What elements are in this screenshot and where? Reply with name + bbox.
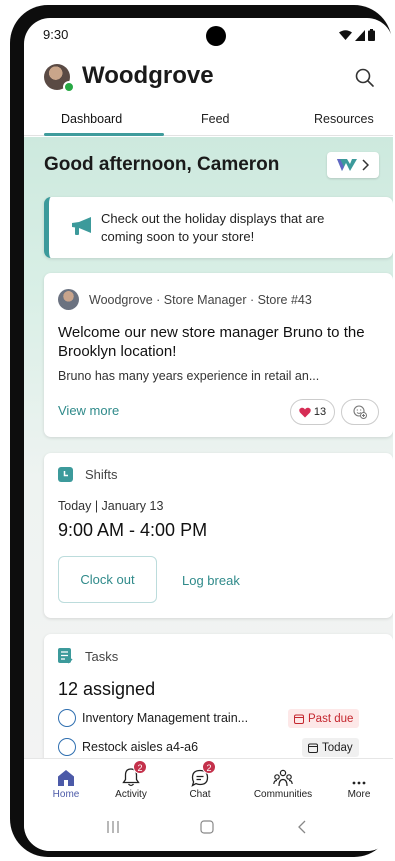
today-label: Today — [322, 741, 353, 754]
communities-icon — [248, 763, 318, 787]
active-tab-indicator — [44, 133, 164, 136]
page-title: Woodgrove — [82, 62, 214, 89]
status-time: 9:30 — [43, 27, 69, 42]
bell-icon: 2 — [96, 760, 166, 787]
today-badge: Today — [302, 738, 359, 757]
post-card[interactable]: Woodgrove · Store Manager · Store #43 We… — [44, 273, 393, 437]
tasks-count: 12 assigned — [58, 679, 156, 699]
presence-available-icon — [63, 81, 75, 93]
heart-count: 13 — [313, 406, 327, 418]
screen: 9:30 Woodgrove Dashboard Feed Resources … — [24, 18, 393, 851]
activity-badge: 2 — [133, 760, 147, 774]
nav-activity[interactable]: 2 Activity — [96, 760, 166, 800]
status-bar: 9:30 — [24, 18, 393, 54]
megaphone-icon — [72, 217, 91, 235]
tasks-card[interactable]: Tasks 12 assigned Inventory Management t… — [44, 634, 393, 758]
wifi-icon — [339, 29, 352, 40]
battery-icon — [368, 29, 375, 41]
shift-date: Today | January 13 — [58, 499, 164, 513]
more-icon — [324, 763, 393, 787]
calendar-icon — [308, 743, 318, 753]
phone-frame: 9:30 Woodgrove Dashboard Feed Resources … — [10, 5, 393, 857]
tab-feed[interactable]: Feed — [201, 112, 230, 126]
tab-bar: Dashboard Feed Resources — [24, 106, 393, 136]
task-checkbox[interactable] — [58, 738, 76, 756]
heart-icon — [299, 407, 311, 417]
home-gesture-icon[interactable] — [200, 820, 214, 834]
log-break-button[interactable]: Log break — [182, 573, 240, 588]
app-header: Woodgrove — [24, 58, 393, 100]
bottom-navigation: Home 2 Activity 2 Chat Communities More — [24, 758, 393, 804]
post-body: Bruno has many years experience in retai… — [58, 369, 320, 383]
tasks-header: Tasks — [58, 648, 118, 664]
tab-resources[interactable]: Resources — [314, 112, 374, 126]
announcement-text: Check out the holiday displays that are … — [101, 210, 325, 244]
nav-home[interactable]: Home — [31, 763, 101, 800]
task-checkbox[interactable] — [58, 709, 76, 727]
nav-chat[interactable]: 2 Chat — [165, 760, 235, 800]
task-label: Inventory Management train... — [82, 711, 249, 725]
tasks-heading: Tasks — [85, 648, 119, 664]
recent-apps-icon[interactable] — [107, 820, 119, 834]
shifts-icon — [58, 467, 73, 482]
nav-chat-label: Chat — [189, 789, 211, 800]
add-reaction-icon — [353, 405, 367, 419]
add-reaction-button[interactable] — [341, 399, 379, 425]
view-more-link[interactable]: View more — [58, 403, 119, 418]
system-navigation-bar — [24, 805, 393, 851]
tasks-icon — [58, 648, 73, 664]
past-due-label: Past due — [308, 712, 354, 725]
brand-switcher-button[interactable] — [327, 152, 379, 178]
woodgrove-logo-icon — [337, 159, 357, 171]
nav-communities[interactable]: Communities — [248, 763, 318, 800]
signal-icon — [355, 29, 365, 41]
home-icon — [31, 763, 101, 787]
post-author: Woodgrove · Store Manager · Store #43 — [89, 292, 312, 307]
chevron-right-icon — [362, 159, 369, 171]
shifts-heading: Shifts — [85, 467, 118, 482]
nav-communities-label: Communities — [253, 789, 313, 800]
nav-activity-label: Activity — [115, 789, 147, 800]
heart-reaction-button[interactable]: 13 — [290, 399, 335, 425]
shifts-header: Shifts — [58, 467, 118, 482]
chat-badge: 2 — [202, 760, 216, 774]
nav-more-label: More — [347, 789, 371, 800]
post-author-row: Woodgrove · Store Manager · Store #43 — [58, 289, 312, 310]
dashboard-content[interactable]: Good afternoon, Cameron Check out the ho… — [24, 137, 393, 758]
greeting: Good afternoon, Cameron — [44, 154, 280, 175]
nav-more[interactable]: More — [324, 763, 393, 800]
clock-out-button[interactable]: Clock out — [58, 556, 157, 603]
shift-time-range: 9:00 AM - 4:00 PM — [58, 520, 208, 540]
announcement-card[interactable]: Check out the holiday displays that are … — [44, 197, 393, 258]
shifts-card[interactable]: Shifts Today | January 13 9:00 AM - 4:00… — [44, 453, 393, 618]
author-avatar — [58, 289, 79, 310]
calendar-icon — [294, 714, 304, 724]
task-item[interactable]: Restock aisles a4-a6 Today — [58, 737, 378, 758]
task-item[interactable]: Inventory Management train... Past due — [58, 708, 378, 730]
post-title: Welcome our new store manager Bruno to t… — [58, 324, 365, 360]
task-label: Restock aisles a4-a6 — [82, 740, 199, 754]
tab-dashboard[interactable]: Dashboard — [61, 112, 122, 126]
back-icon[interactable] — [297, 820, 307, 834]
search-icon[interactable] — [353, 66, 377, 90]
system-icons — [339, 29, 375, 41]
nav-home-label: Home — [52, 789, 80, 800]
past-due-badge: Past due — [288, 709, 360, 728]
camera-cutout — [206, 26, 226, 46]
chat-icon: 2 — [165, 760, 235, 787]
